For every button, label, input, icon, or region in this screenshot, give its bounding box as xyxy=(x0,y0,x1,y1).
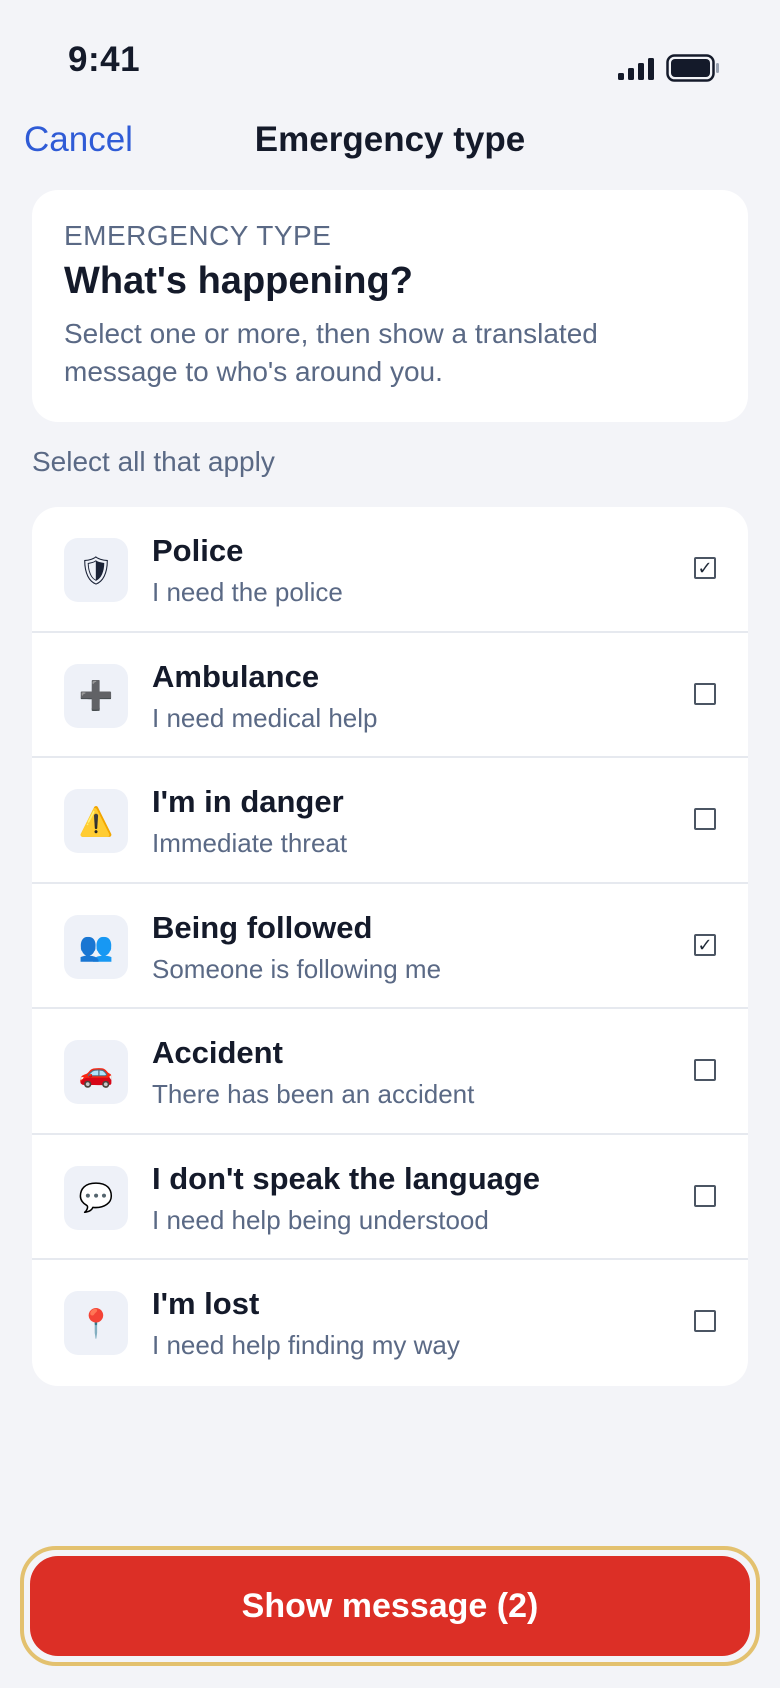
section-label: Select all that apply xyxy=(32,446,275,477)
option-title: Ambulance xyxy=(152,658,320,694)
option-checkbox[interactable] xyxy=(694,1184,716,1207)
option-danger[interactable]: ⚠️ I'm in danger Immediate threat xyxy=(32,758,748,884)
police-badge-icon: 🛡 xyxy=(64,538,128,602)
option-subtitle: Immediate threat xyxy=(152,828,348,858)
option-followed[interactable]: 👥 Being followed Someone is following me… xyxy=(32,884,748,1009)
option-checkbox[interactable] xyxy=(694,1059,716,1081)
people-icon: 👥 xyxy=(64,914,128,979)
car-icon: 🚗 xyxy=(64,1040,128,1104)
option-checkbox[interactable] xyxy=(694,682,716,705)
option-title: I'm lost xyxy=(152,1286,260,1321)
intro-card: EMERGENCY TYPE What's happening? Select … xyxy=(32,190,748,422)
option-title: I'm in danger xyxy=(152,784,344,819)
status-time: 9:41 xyxy=(68,40,141,79)
option-checkbox[interactable]: ✓ xyxy=(694,557,716,579)
option-checkbox[interactable] xyxy=(694,1310,716,1332)
option-subtitle: I need the police xyxy=(152,577,343,607)
cancel-button[interactable]: Cancel xyxy=(24,120,133,160)
option-language[interactable]: 💬 I don't speak the language I need help… xyxy=(32,1135,748,1260)
option-subtitle: Someone is following me xyxy=(152,953,442,984)
warning-icon: ⚠️ xyxy=(64,789,128,853)
option-police[interactable]: 🛡 Police I need the police ✓ xyxy=(32,507,748,633)
location-pin-icon: 📍 xyxy=(64,1291,128,1355)
emergency-options-list: 🛡 Police I need the police ✓ ➕ Ambulance… xyxy=(32,507,748,1386)
option-checkbox[interactable]: ✓ xyxy=(694,933,716,956)
option-ambulance[interactable]: ➕ Ambulance I need medical help xyxy=(32,633,748,758)
option-lost[interactable]: 📍 I'm lost I need help finding my way xyxy=(32,1260,748,1386)
option-title: Being followed xyxy=(152,909,373,945)
show-message-button[interactable]: Show message (2) xyxy=(30,1556,750,1656)
intro-description: Select one or more, then show a translat… xyxy=(64,318,598,387)
plus-icon: ➕ xyxy=(64,663,128,728)
intro-eyebrow: EMERGENCY TYPE xyxy=(64,220,332,251)
nav-bar: Emergency type Cancel xyxy=(0,110,780,170)
option-subtitle: There has been an accident xyxy=(152,1079,475,1109)
option-accident[interactable]: 🚗 Accident There has been an accident xyxy=(32,1009,748,1135)
battery-icon xyxy=(666,54,719,82)
option-subtitle: I need help finding my way xyxy=(152,1330,460,1360)
intro-headline: What's happening? xyxy=(64,260,413,302)
option-subtitle: I need medical help xyxy=(152,702,378,733)
option-checkbox[interactable] xyxy=(694,808,716,830)
option-subtitle: I need help being understood xyxy=(152,1204,489,1235)
signal-icon xyxy=(618,58,654,80)
option-title: Police xyxy=(152,533,244,568)
option-title: Accident xyxy=(152,1035,283,1070)
cta-focus-ring: Show message (2) xyxy=(20,1546,760,1666)
option-title: I don't speak the language xyxy=(152,1160,541,1196)
status-bar: 9:41 xyxy=(0,0,780,110)
speech-bubble-icon: 💬 xyxy=(64,1165,128,1230)
